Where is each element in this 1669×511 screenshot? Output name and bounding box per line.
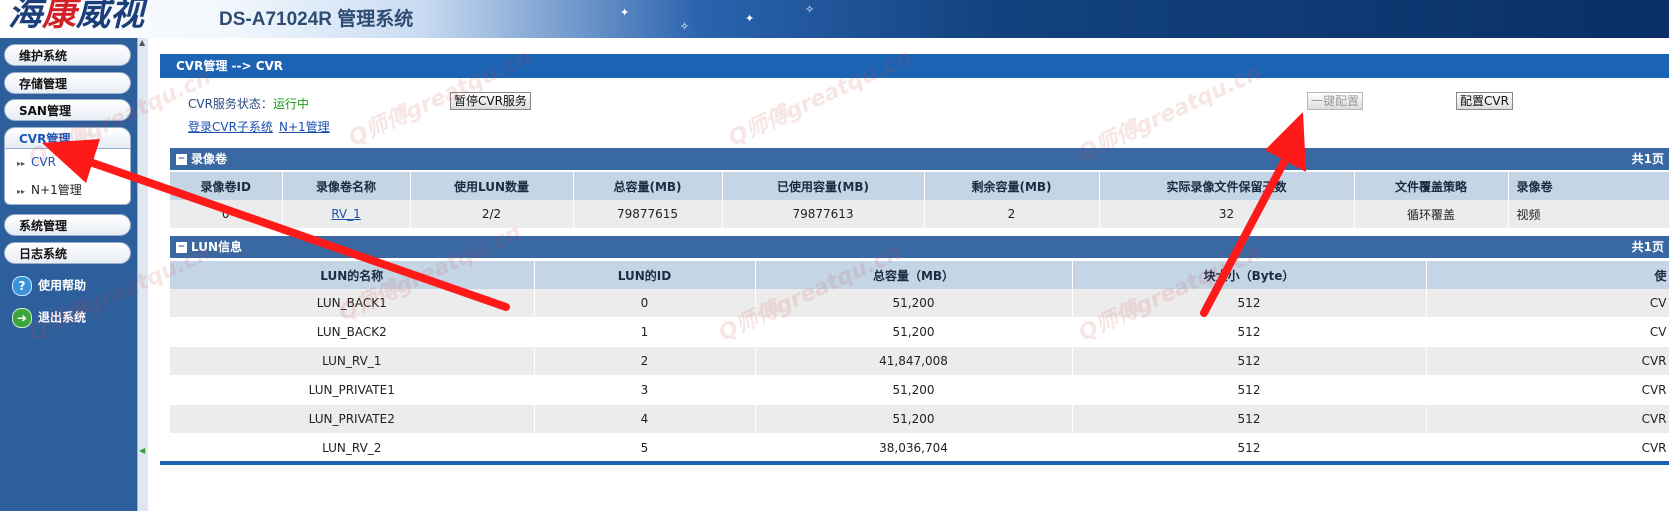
arrowhead-icon — [42, 139, 100, 183]
annotation-arrow-cvr — [86, 158, 510, 311]
annotation-arrow-oneclick — [1200, 156, 1289, 317]
annotation-arrows — [42, 112, 1306, 317]
